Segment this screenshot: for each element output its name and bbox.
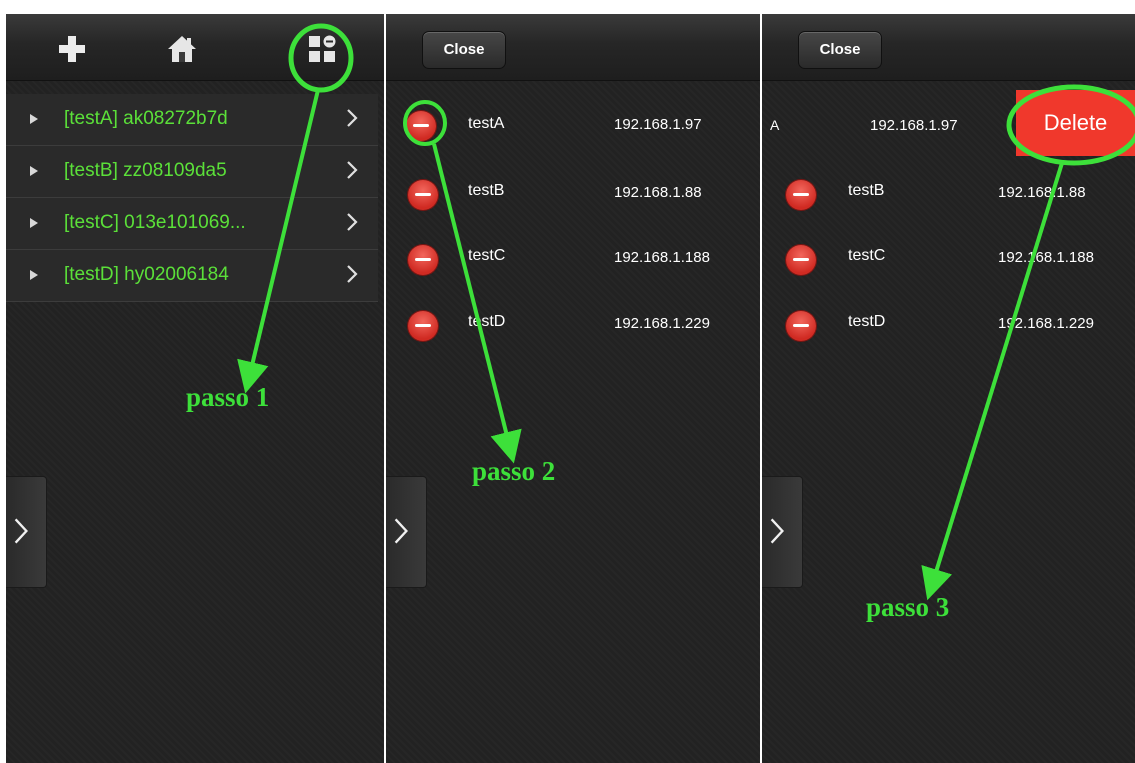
- delete-toggle-icon[interactable]: [786, 180, 816, 210]
- delete-confirm-panel: Close A 192.168.1.97 Delete testB 192.16…: [762, 14, 1135, 763]
- device-row-testA: testA 192.168.1.97: [386, 109, 760, 149]
- device-name: testB: [468, 182, 505, 199]
- chevron-right-icon: [394, 518, 408, 544]
- device-ip: 192.168.1.229: [614, 315, 710, 332]
- tree-row-testA[interactable]: [testA] ak08272b7d: [6, 94, 378, 146]
- device-row-testB: testB 192.168.1.88: [762, 174, 1135, 214]
- device-label: [testC] 013e101069...: [64, 212, 246, 233]
- delete-toggle-icon[interactable]: [786, 311, 816, 341]
- edit-devices-panel: Close testA 192.168.1.97 testB 192.168.1…: [386, 14, 760, 763]
- chevron-right-icon: [347, 213, 358, 231]
- device-name: testA: [468, 115, 505, 132]
- delete-toggle-icon[interactable]: [408, 245, 438, 275]
- step2-label: passo 2: [472, 456, 556, 486]
- close-button[interactable]: Close: [798, 31, 882, 69]
- tree-row-testC[interactable]: [testC] 013e101069...: [6, 198, 378, 250]
- device-label: [testD] hy02006184: [64, 264, 229, 285]
- delete-button[interactable]: Delete: [1016, 90, 1135, 156]
- device-name: testC: [848, 247, 886, 264]
- device-name: testC: [468, 247, 506, 264]
- delete-toggle-icon[interactable]: [406, 111, 436, 141]
- step1-label: passo 1: [186, 382, 270, 412]
- tree-toolbar: [6, 14, 384, 81]
- device-ip: 192.168.1.88: [614, 184, 702, 201]
- step3-label: passo 3: [866, 592, 950, 622]
- tree-row-testD[interactable]: [testD] hy02006184: [6, 250, 378, 302]
- device-row-testD: testD 192.168.1.229: [762, 306, 1135, 346]
- device-name: testD: [848, 313, 886, 330]
- expand-triangle-icon[interactable]: [30, 218, 38, 228]
- device-row-testD: testD 192.168.1.229: [386, 306, 760, 346]
- device-ip: 192.168.1.188: [614, 249, 710, 266]
- device-label: [testB] zz08109da5: [64, 160, 227, 181]
- device-row-testB: testB 192.168.1.88: [386, 174, 760, 214]
- device-row-testC: testC 192.168.1.188: [386, 240, 760, 280]
- device-name: testB: [848, 182, 885, 199]
- delete-toggle-icon[interactable]: [408, 180, 438, 210]
- device-name: testD: [468, 313, 506, 330]
- edit-toolbar: Close: [386, 14, 760, 81]
- grid-edit-icon[interactable]: [306, 33, 338, 65]
- device-ip: 192.168.1.97: [870, 117, 958, 134]
- delete-toggle-icon[interactable]: [786, 245, 816, 275]
- expand-triangle-icon[interactable]: [30, 114, 38, 124]
- close-button[interactable]: Close: [422, 31, 506, 69]
- home-icon[interactable]: [166, 33, 198, 65]
- device-row-testC: testC 192.168.1.188: [762, 240, 1135, 280]
- expand-sidebar-tab[interactable]: [386, 476, 427, 588]
- device-ip: 192.168.1.88: [998, 184, 1086, 201]
- chevron-right-icon: [347, 161, 358, 179]
- device-ip: 192.168.1.188: [998, 249, 1094, 266]
- device-ip: 192.168.1.97: [614, 116, 702, 133]
- chevron-right-icon: [347, 109, 358, 127]
- device-label: [testA] ak08272b7d: [64, 108, 228, 129]
- expand-sidebar-tab[interactable]: [6, 476, 47, 588]
- device-tree-list: [testA] ak08272b7d [testB] zz08109da5 [t…: [6, 94, 378, 302]
- tree-row-testB[interactable]: [testB] zz08109da5: [6, 146, 378, 198]
- device-ip: 192.168.1.229: [998, 315, 1094, 332]
- chevron-right-icon: [770, 518, 784, 544]
- chevron-right-icon: [347, 265, 358, 283]
- chevron-right-icon: [14, 518, 28, 544]
- expand-sidebar-tab[interactable]: [762, 476, 803, 588]
- expand-triangle-icon[interactable]: [30, 166, 38, 176]
- expand-triangle-icon[interactable]: [30, 270, 38, 280]
- device-name-fragment: A: [770, 117, 780, 133]
- edit-toolbar: Close: [762, 14, 1135, 81]
- plus-icon[interactable]: [56, 33, 88, 65]
- delete-toggle-icon[interactable]: [408, 311, 438, 341]
